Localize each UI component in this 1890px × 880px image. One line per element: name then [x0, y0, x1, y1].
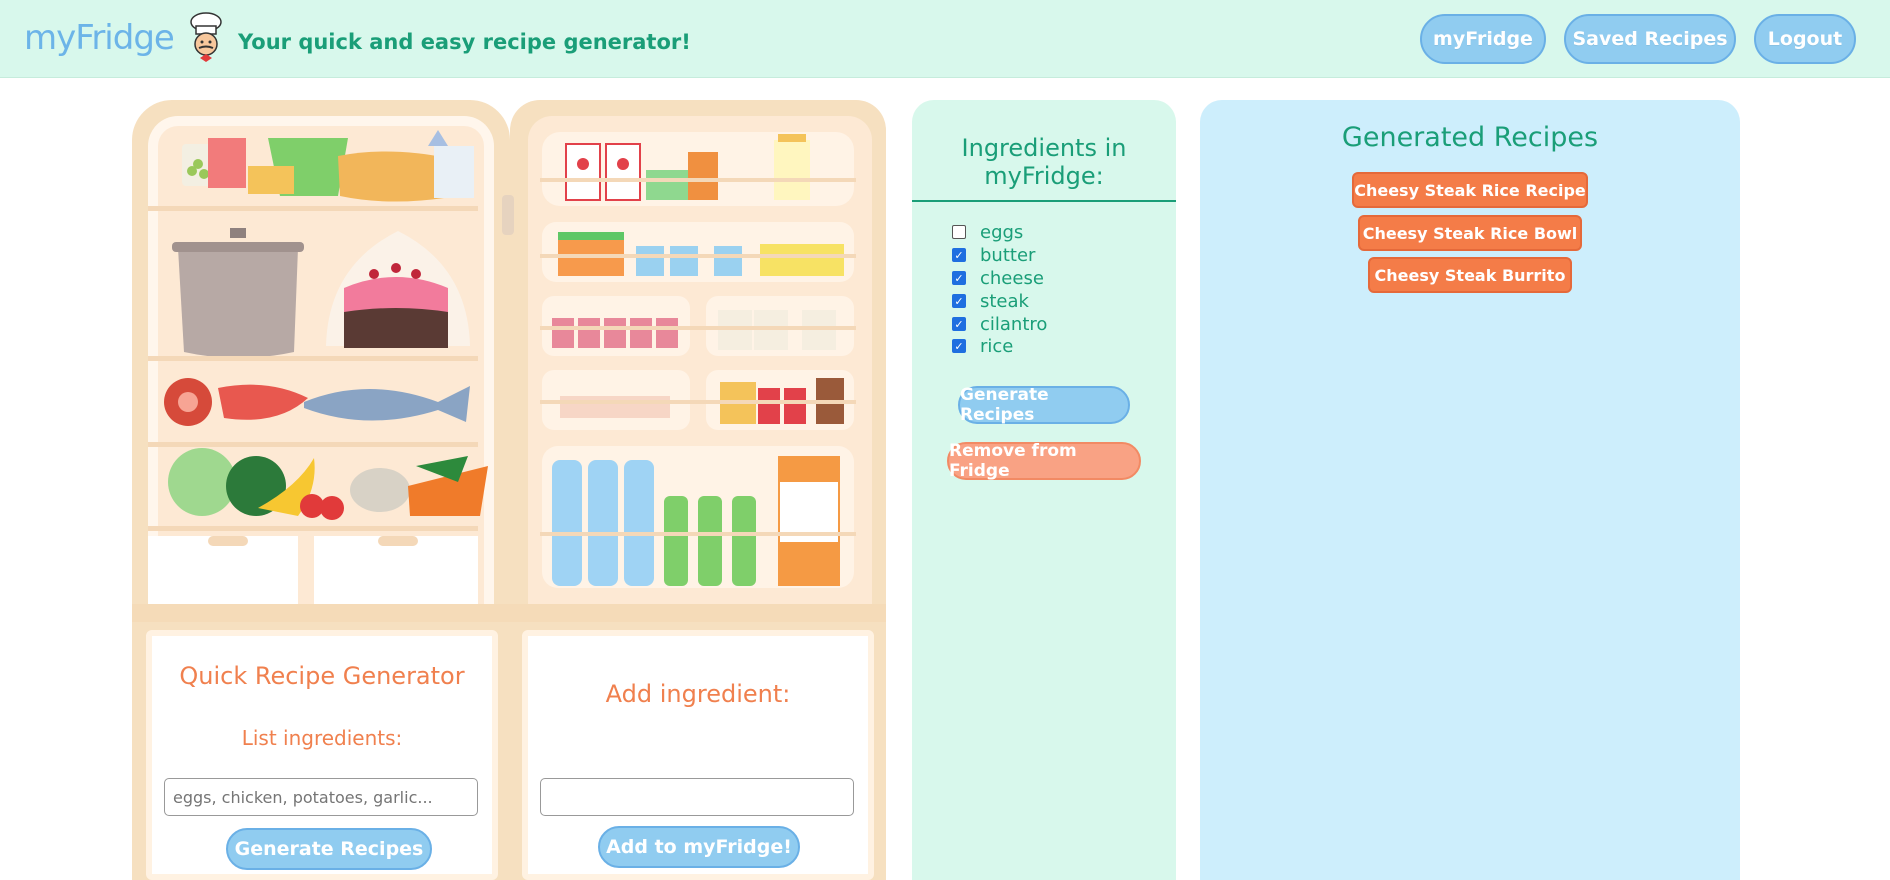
- ingredients-title-line1: Ingredients in: [961, 134, 1127, 162]
- ingredient-label: cilantro: [980, 313, 1048, 335]
- recipe-button[interactable]: Cheesy Steak Rice Bowl: [1358, 215, 1582, 251]
- quick-ingredients-input[interactable]: [164, 778, 478, 816]
- generate-recipes-button[interactable]: Generate Recipes: [958, 385, 1130, 425]
- fridge-contents-illustration: [148, 130, 488, 606]
- ingredient-checkbox[interactable]: [952, 225, 966, 239]
- app-header: myFridge Your quick and easy recipe gene…: [0, 0, 1890, 78]
- chef-icon: [190, 12, 222, 62]
- fridge-divider: [132, 604, 510, 622]
- door-hinge: [502, 195, 514, 235]
- ingredient-item[interactable]: ✓ butter: [952, 244, 1035, 266]
- add-to-fridge-button[interactable]: Add to myFridge!: [598, 826, 800, 868]
- ingredient-checkbox[interactable]: ✓: [952, 248, 966, 262]
- ingredients-title: Ingredients in myFridge:: [912, 134, 1176, 190]
- ingredient-checkbox[interactable]: ✓: [952, 317, 966, 331]
- quick-generator-title: Quick Recipe Generator: [179, 662, 465, 690]
- recipes-title: Generated Recipes: [1341, 122, 1599, 153]
- tagline: Your quick and easy recipe generator!: [238, 30, 691, 54]
- ingredient-label: eggs: [980, 221, 1024, 243]
- door-divider: [510, 604, 886, 622]
- ingredient-label: butter: [980, 244, 1036, 266]
- ingredient-checkbox[interactable]: ✓: [952, 271, 966, 285]
- add-ingredient-title: Add ingredient:: [605, 680, 791, 708]
- nav-myfridge-button[interactable]: myFridge: [1420, 14, 1546, 64]
- add-ingredient-card: Add ingredient: Add to myFridge!: [522, 630, 874, 880]
- ingredients-title-line2: myFridge:: [984, 162, 1104, 190]
- quick-generator-card: Quick Recipe Generator List ingredients:…: [146, 630, 498, 880]
- ingredient-label: cheese: [980, 267, 1044, 289]
- ingredient-label: rice: [980, 335, 1014, 357]
- remove-from-fridge-button[interactable]: Remove from Fridge: [947, 441, 1141, 481]
- app-logo[interactable]: myFridge: [24, 18, 175, 58]
- nav-logout-button[interactable]: Logout: [1754, 14, 1856, 64]
- ingredient-item[interactable]: ✓ rice: [952, 335, 1013, 357]
- ingredient-checkbox[interactable]: ✓: [952, 339, 966, 353]
- ingredient-label: steak: [980, 290, 1029, 312]
- ingredient-item[interactable]: ✓ cilantro: [952, 313, 1047, 335]
- ingredient-item[interactable]: ✓ steak: [952, 290, 1029, 312]
- ingredient-item[interactable]: ✓ cheese: [952, 267, 1044, 289]
- recipe-button[interactable]: Cheesy Steak Rice Recipe: [1352, 172, 1588, 208]
- recipe-button[interactable]: Cheesy Steak Burrito: [1368, 257, 1572, 293]
- ingredient-item[interactable]: eggs: [952, 221, 1023, 243]
- ingredient-checkbox[interactable]: ✓: [952, 294, 966, 308]
- quick-generator-subtitle: List ingredients:: [241, 726, 403, 750]
- nav-saved-recipes-button[interactable]: Saved Recipes: [1564, 14, 1736, 64]
- door-contents-illustration: [540, 132, 856, 588]
- ingredients-divider: [912, 200, 1176, 202]
- ingredients-panel: [912, 100, 1176, 880]
- add-ingredient-input[interactable]: [540, 778, 854, 816]
